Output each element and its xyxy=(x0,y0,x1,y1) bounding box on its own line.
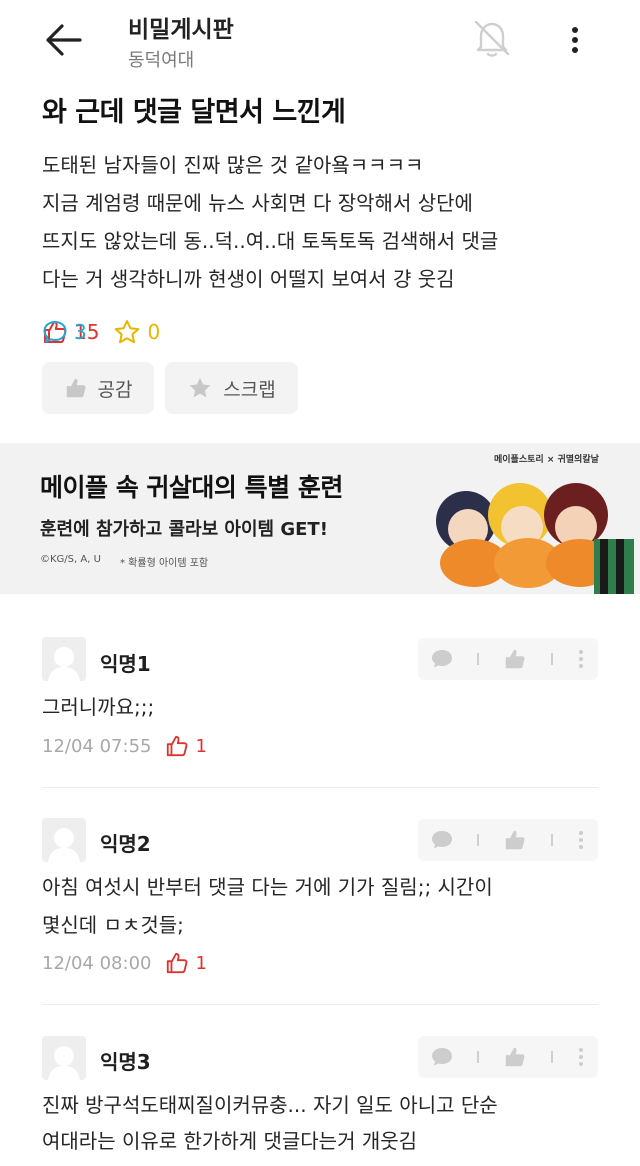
like-button[interactable]: 공감 xyxy=(42,362,154,414)
bell-off-icon xyxy=(474,20,510,57)
comment-action-bar xyxy=(418,638,598,680)
app-header: 비밀게시판 동덕여대 xyxy=(0,0,640,82)
avatar-placeholder-icon xyxy=(48,647,80,681)
avatar xyxy=(42,818,86,862)
board-subtitle: 동덕여대 xyxy=(128,50,195,71)
star-icon xyxy=(189,377,211,398)
comment-time: 12/04 08:00 xyxy=(42,952,152,974)
comment-author: 익명2 xyxy=(100,832,151,856)
comment-text: 아침 여섯시 반부터 댓글 다는 거에 기가 질림;; 시간이 xyxy=(42,875,493,899)
comment-like-count: 1 xyxy=(165,951,207,975)
thumbs-up-icon[interactable] xyxy=(503,647,527,671)
post-body-line: 지금 계엄령 때문에 뉴스 사회면 다 장악해서 상단에 xyxy=(42,191,473,215)
ad-logo: 메이플스토리 × 귀멸의칼날 xyxy=(494,455,599,465)
comment-text: 몇신데 ㅁㅊ것들; xyxy=(42,913,184,937)
comment-count: 3 xyxy=(42,319,640,345)
avatar-placeholder-icon xyxy=(48,828,80,862)
more-vertical-icon[interactable] xyxy=(576,647,586,671)
thumbs-up-icon xyxy=(66,378,86,398)
ad-subtitle: 훈련에 참가하고 콜라보 아이템 GET! xyxy=(40,519,328,540)
notification-toggle[interactable] xyxy=(468,14,516,62)
comment-count-value: 3 xyxy=(74,320,87,344)
divider xyxy=(550,1051,553,1063)
thumbs-up-icon[interactable] xyxy=(503,1045,527,1069)
ad-illustration xyxy=(436,483,634,594)
post-body-line: 뜨지도 않았는데 동..덕..여..대 토독토독 검색해서 댓글 xyxy=(42,229,499,253)
divider xyxy=(550,653,553,665)
speech-bubble-icon xyxy=(43,321,67,343)
ad-title: 메이플 속 귀살대의 특별 훈련 xyxy=(40,473,343,502)
divider xyxy=(550,834,553,846)
back-arrow-icon xyxy=(46,24,82,56)
divider xyxy=(477,1051,480,1063)
comment-divider xyxy=(42,1004,598,1005)
like-button-label: 공감 xyxy=(97,378,133,401)
ad-copyright: ©KG/S, A, U xyxy=(40,554,101,565)
scrap-button[interactable]: 스크랩 xyxy=(165,362,298,414)
avatar xyxy=(42,1036,86,1080)
more-vertical-icon[interactable] xyxy=(576,828,586,852)
comment-text: 그러니까요;;; xyxy=(42,695,155,719)
comment-like-value: 1 xyxy=(195,735,207,757)
comment-action-bar xyxy=(418,1036,598,1078)
post-body-line: 다는 거 생각하니까 현생이 어떨지 보여서 걍 웃김 xyxy=(42,267,455,291)
comment-divider xyxy=(42,787,598,788)
reply-icon[interactable] xyxy=(430,828,454,852)
divider xyxy=(477,834,480,846)
comment-time: 12/04 07:55 xyxy=(42,735,152,757)
more-menu-button[interactable] xyxy=(560,20,590,60)
reply-icon[interactable] xyxy=(430,1045,454,1069)
post-stats: 15 3 0 xyxy=(42,316,174,348)
comment-author: 익명1 xyxy=(100,652,151,676)
comment-text: 진짜 방구석도태찌질이커뮤충... 자기 일도 아니고 단순 xyxy=(42,1093,498,1117)
comment-author: 익명3 xyxy=(100,1050,151,1074)
avatar-placeholder-icon xyxy=(48,1046,80,1080)
more-vertical-icon[interactable] xyxy=(576,1045,586,1069)
comment-meta: 12/04 07:55 1 xyxy=(42,732,207,760)
comment-like-count: 1 xyxy=(165,734,207,758)
thumbs-up-icon[interactable] xyxy=(503,828,527,852)
thumbs-up-icon xyxy=(167,952,188,974)
back-button[interactable] xyxy=(40,18,88,62)
avatar xyxy=(42,637,86,681)
comment-action-bar xyxy=(418,819,598,861)
comment-meta: 12/04 08:00 1 xyxy=(42,949,207,977)
reply-icon[interactable] xyxy=(430,647,454,671)
more-vertical-icon xyxy=(572,27,578,53)
scrap-button-label: 스크랩 xyxy=(223,378,276,401)
comment-like-value: 1 xyxy=(195,952,207,974)
comment-text: 여대라는 이유로 한가하게 댓글다는거 개웃김 xyxy=(42,1129,418,1153)
post-title: 와 근데 댓글 달면서 느낀게 xyxy=(42,97,346,128)
post-body-line: 도태된 남자들이 진짜 많은 것 같아욬ㅋㅋㅋㅋ xyxy=(42,153,424,177)
thumbs-up-icon xyxy=(167,735,188,757)
ad-note: * 확률형 아이템 포함 xyxy=(120,558,209,569)
post-body: 도태된 남자들이 진짜 많은 것 같아욬ㅋㅋㅋㅋ 지금 계엄령 때문에 뉴스 사… xyxy=(42,146,622,298)
divider xyxy=(477,653,480,665)
ad-banner[interactable]: 메이플 속 귀살대의 특별 훈련 훈련에 참가하고 콜라보 아이템 GET! ©… xyxy=(0,443,640,594)
board-title: 비밀게시판 xyxy=(128,17,234,43)
